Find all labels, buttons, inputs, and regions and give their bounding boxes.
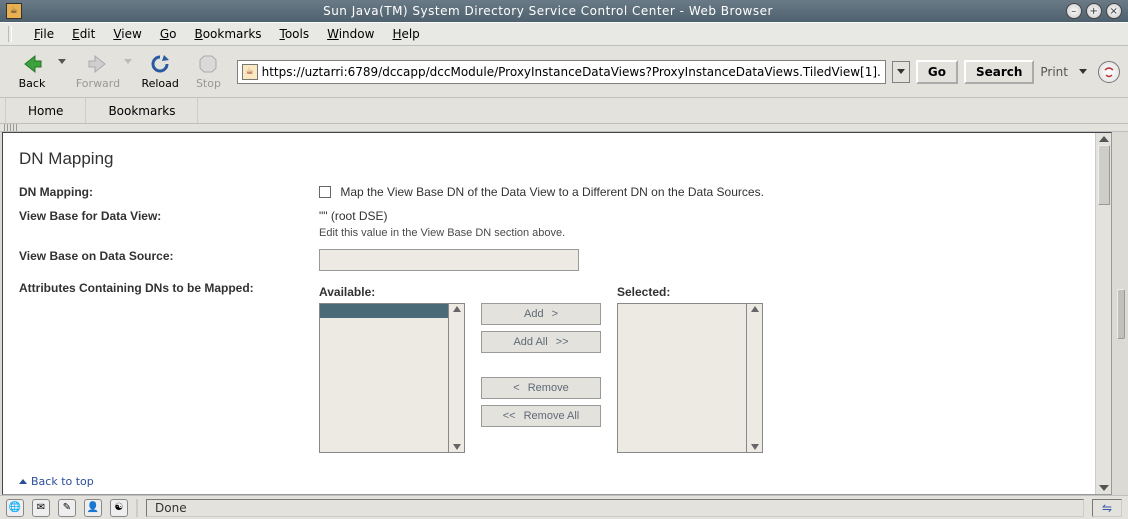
url-input[interactable]: ☕ https://uztarri:6789/dccapp/dccModule/… — [237, 60, 886, 84]
forward-label: Forward — [76, 77, 120, 90]
listbox-available[interactable] — [319, 303, 449, 453]
back-to-top-text: Back to top — [31, 475, 94, 488]
toolbar: Back Forward Reload Stop ☕ https://uztar… — [0, 46, 1128, 98]
status-irc-icon[interactable]: ☯ — [110, 499, 128, 517]
status-bar: 🌐 ✉ ✎ 👤 ☯ Done ⇋ — [0, 495, 1128, 519]
outer-scroll-thumb[interactable] — [1117, 289, 1125, 339]
back-arrow-icon — [21, 53, 43, 75]
label-available: Available: — [319, 285, 465, 299]
page-viewport: DN Mapping DN Mapping: Map the View Base… — [2, 132, 1112, 495]
label-view-base-data-view: View Base for Data View: — [19, 209, 319, 239]
hint-view-base-data-view: Edit this value in the View Base DN sect… — [319, 227, 1095, 239]
menu-bar: File Edit View Go Bookmarks Tools Window… — [0, 22, 1128, 46]
input-view-base-data-source[interactable] — [319, 249, 579, 271]
throbber-java-icon — [1098, 61, 1120, 83]
status-compose-icon[interactable]: ✎ — [58, 499, 76, 517]
status-text: Done — [146, 499, 1084, 517]
url-text: https://uztarri:6789/dccapp/dccModule/Pr… — [262, 65, 881, 79]
menu-go[interactable]: Go — [160, 27, 177, 41]
caret-up-icon — [19, 479, 27, 484]
menu-edit[interactable]: Edit — [72, 27, 95, 41]
value-view-base-data-view: "" (root DSE) — [319, 209, 1095, 223]
window-titlebar: ☕ Sun Java(TM) System Directory Service … — [0, 0, 1128, 22]
forward-history-dropdown — [124, 59, 132, 64]
app-icon: ☕ — [6, 3, 22, 19]
print-label[interactable]: Print — [1040, 65, 1068, 79]
stop-icon — [197, 53, 219, 75]
label-view-base-data-source: View Base on Data Source: — [19, 249, 319, 271]
bookmarks-toolbar: Home Bookmarks — [0, 98, 1128, 124]
status-divider — [136, 499, 138, 517]
splitter-handle[interactable] — [0, 124, 1128, 132]
listbox-selected[interactable] — [617, 303, 747, 453]
back-label: Back — [19, 77, 46, 90]
status-globe-icon[interactable]: 🌐 — [6, 499, 24, 517]
close-button[interactable]: × — [1106, 3, 1122, 19]
status-mail-icon[interactable]: ✉ — [32, 499, 50, 517]
bookmark-home[interactable]: Home — [6, 98, 86, 123]
link-back-to-top[interactable]: Back to top — [19, 475, 94, 488]
stop-button: Stop — [188, 49, 228, 95]
forward-button: Forward — [74, 49, 122, 95]
stop-label: Stop — [196, 77, 221, 90]
status-online-icon[interactable]: ⇋ — [1092, 499, 1122, 517]
reload-button[interactable]: Reload — [140, 49, 180, 95]
menu-tools[interactable]: Tools — [280, 27, 310, 41]
go-button[interactable]: Go — [916, 60, 958, 84]
button-add-all[interactable]: Add All>> — [481, 331, 601, 353]
button-remove-all[interactable]: <<Remove All — [481, 405, 601, 427]
label-attrs-dns: Attributes Containing DNs to be Mapped: — [19, 281, 319, 453]
bookmark-bookmarks[interactable]: Bookmarks — [86, 98, 198, 123]
maximize-button[interactable]: + — [1086, 3, 1102, 19]
scroll-down-icon — [1099, 485, 1109, 491]
button-add[interactable]: Add> — [481, 303, 601, 325]
java-favicon-icon: ☕ — [242, 64, 258, 80]
button-remove[interactable]: <Remove — [481, 377, 601, 399]
checkbox-map-view-base-text: Map the View Base DN of the Data View to… — [340, 185, 764, 199]
scroll-up-icon — [1099, 136, 1109, 142]
menu-bookmarks[interactable]: Bookmarks — [194, 27, 261, 41]
scroll-thumb[interactable] — [1098, 145, 1110, 205]
label-dn-mapping: DN Mapping: — [19, 185, 319, 199]
menu-file[interactable]: File — [34, 27, 54, 41]
scrollbar-available[interactable] — [449, 303, 465, 453]
menu-window[interactable]: Window — [327, 27, 374, 41]
status-addressbook-icon[interactable]: 👤 — [84, 499, 102, 517]
url-history-dropdown[interactable] — [892, 61, 910, 83]
window-title: Sun Java(TM) System Directory Service Co… — [30, 4, 1066, 18]
reload-label: Reload — [141, 77, 178, 90]
print-dropdown[interactable] — [1074, 61, 1092, 83]
search-button[interactable]: Search — [964, 60, 1034, 84]
menubar-grip — [8, 26, 12, 42]
outer-scroll-gutter — [1114, 132, 1128, 495]
back-button[interactable]: Back — [8, 49, 56, 95]
scrollbar-page-vertical[interactable] — [1095, 133, 1111, 494]
label-selected: Selected: — [617, 285, 763, 299]
page-heading: DN Mapping — [19, 149, 1095, 169]
reload-icon — [149, 53, 171, 75]
back-history-dropdown[interactable] — [58, 59, 66, 64]
scrollbar-selected[interactable] — [747, 303, 763, 453]
minimize-button[interactable]: – — [1066, 3, 1082, 19]
checkbox-map-view-base[interactable] — [319, 186, 331, 198]
menu-help[interactable]: Help — [392, 27, 419, 41]
forward-arrow-icon — [87, 53, 109, 75]
menu-view[interactable]: View — [113, 27, 141, 41]
